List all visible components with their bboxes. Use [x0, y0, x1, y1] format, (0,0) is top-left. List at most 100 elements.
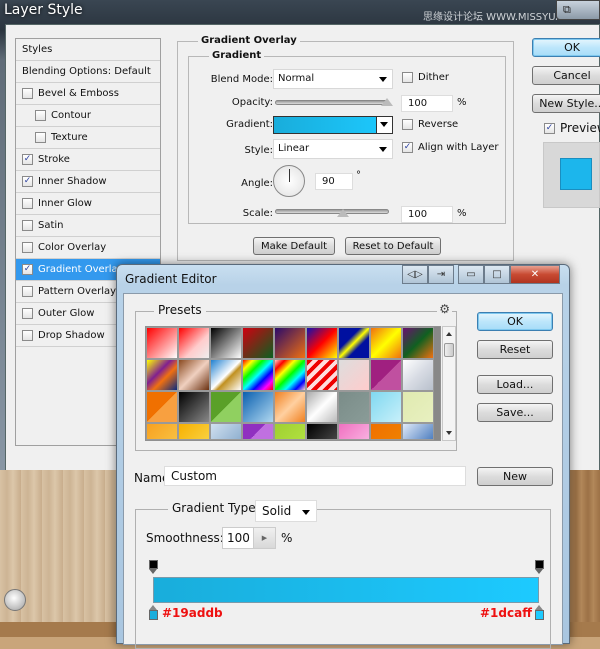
preset-swatch[interactable]: [178, 327, 210, 359]
preset-swatch[interactable]: [210, 423, 242, 440]
gradient-dropdown-button[interactable]: [376, 117, 392, 133]
gradient-bar[interactable]: [153, 577, 539, 603]
opacity-input[interactable]: 100: [401, 95, 453, 112]
checkbox-icon[interactable]: [35, 132, 46, 143]
new-style-button[interactable]: New Style...: [532, 94, 600, 113]
preset-swatch[interactable]: [242, 327, 274, 359]
dither-checkbox[interactable]: Dither: [402, 72, 449, 83]
checkbox-icon[interactable]: [35, 110, 46, 121]
window-restore-button[interactable]: ⧉: [556, 0, 600, 20]
opacity-slider-thumb[interactable]: [381, 98, 393, 106]
preset-swatch[interactable]: [178, 359, 210, 391]
preset-swatch[interactable]: [242, 359, 274, 391]
reverse-checkbox[interactable]: Reverse: [402, 119, 458, 130]
smoothness-input[interactable]: 100 ▶: [222, 527, 276, 549]
preset-swatch[interactable]: [402, 327, 434, 359]
presets-scrollbar[interactable]: [442, 326, 456, 441]
preview-checkbox[interactable]: ✓ Preview: [544, 121, 600, 135]
style-item[interactable]: Bevel & Emboss: [16, 83, 160, 105]
checkbox-icon[interactable]: [22, 220, 33, 231]
checkbox-icon[interactable]: ✓: [22, 154, 33, 165]
style-item[interactable]: Color Overlay: [16, 237, 160, 259]
ge-ok-button[interactable]: OK: [477, 312, 553, 331]
preset-swatch[interactable]: [402, 391, 434, 423]
opacity-slider[interactable]: [275, 100, 389, 105]
angle-input[interactable]: 90: [315, 173, 353, 190]
preset-swatch[interactable]: [306, 423, 338, 440]
styles-header[interactable]: Styles: [16, 39, 160, 61]
scroll-thumb[interactable]: [444, 343, 454, 357]
stepper-arrow-icon[interactable]: ▶: [253, 528, 275, 548]
preset-swatch[interactable]: [306, 359, 338, 391]
ge-load-button[interactable]: Load...: [477, 375, 553, 394]
maximize-button[interactable]: □: [484, 265, 510, 284]
style-item[interactable]: Satin: [16, 215, 160, 237]
preset-swatch[interactable]: [338, 391, 370, 423]
scale-slider[interactable]: [275, 209, 389, 214]
checkbox-icon[interactable]: [22, 330, 33, 341]
exit-button[interactable]: ⇥: [428, 265, 454, 284]
preset-swatch[interactable]: [402, 423, 434, 440]
opacity-stop-left[interactable]: [149, 560, 158, 575]
preset-swatch[interactable]: [210, 391, 242, 423]
checkbox-icon[interactable]: [22, 242, 33, 253]
new-button[interactable]: New: [477, 467, 553, 486]
preset-swatch[interactable]: [402, 359, 434, 391]
preset-swatch[interactable]: [146, 327, 178, 359]
name-input[interactable]: Custom: [164, 466, 466, 486]
checkbox-icon[interactable]: ✓: [22, 176, 33, 187]
preset-swatch[interactable]: [338, 359, 370, 391]
preset-swatch[interactable]: [306, 391, 338, 423]
preset-swatch[interactable]: [306, 327, 338, 359]
color-stop-left[interactable]: [149, 605, 158, 621]
preset-swatch[interactable]: [274, 391, 306, 423]
preset-swatch[interactable]: [146, 359, 178, 391]
preset-swatch[interactable]: [146, 423, 178, 440]
preset-swatch[interactable]: [178, 391, 210, 423]
preset-swatch[interactable]: [370, 359, 402, 391]
gradient-type-select[interactable]: Solid: [255, 500, 317, 522]
align-with-layer-checkbox[interactable]: ✓ Align with Layer: [402, 142, 499, 153]
preset-swatch[interactable]: [370, 423, 402, 440]
ok-button[interactable]: OK: [532, 38, 600, 57]
style-item[interactable]: ✓ Inner Shadow: [16, 171, 160, 193]
preset-swatch[interactable]: [338, 423, 370, 440]
reset-to-default-button[interactable]: Reset to Default: [345, 237, 441, 255]
preset-swatch[interactable]: [274, 359, 306, 391]
style-item[interactable]: Inner Glow: [16, 193, 160, 215]
gear-icon[interactable]: ⚙: [437, 302, 452, 316]
scale-input[interactable]: 100: [401, 206, 453, 223]
cancel-button[interactable]: Cancel: [532, 66, 600, 85]
style-select[interactable]: Linear: [273, 139, 393, 159]
scroll-up-icon[interactable]: [446, 332, 452, 336]
scroll-down-icon[interactable]: [446, 431, 452, 435]
preset-swatch[interactable]: [370, 327, 402, 359]
preset-swatch[interactable]: [210, 359, 242, 391]
arrange-button[interactable]: ◁▷: [402, 265, 428, 284]
preset-swatch[interactable]: [210, 327, 242, 359]
ge-save-button[interactable]: Save...: [477, 403, 553, 422]
minimize-button[interactable]: ▭: [458, 265, 484, 284]
style-item[interactable]: ✓ Stroke: [16, 149, 160, 171]
preset-swatch[interactable]: [242, 423, 274, 440]
blend-mode-select[interactable]: Normal: [273, 69, 393, 89]
preset-swatch[interactable]: [370, 391, 402, 423]
preset-swatch[interactable]: [146, 391, 178, 423]
style-item[interactable]: Texture: [16, 127, 160, 149]
preset-swatch[interactable]: [274, 327, 306, 359]
style-item[interactable]: Contour: [16, 105, 160, 127]
checkbox-icon[interactable]: [22, 308, 33, 319]
make-default-button[interactable]: Make Default: [253, 237, 335, 255]
angle-dial[interactable]: [273, 165, 305, 197]
preset-swatch[interactable]: [274, 423, 306, 440]
scale-slider-thumb[interactable]: [337, 209, 349, 217]
preset-swatch[interactable]: [178, 423, 210, 440]
color-stop-right[interactable]: [535, 605, 544, 621]
blending-options[interactable]: Blending Options: Default: [16, 61, 160, 83]
checkbox-icon[interactable]: ✓: [22, 264, 33, 275]
checkbox-icon[interactable]: [22, 198, 33, 209]
preset-swatch[interactable]: [338, 327, 370, 359]
ge-reset-button[interactable]: Reset: [477, 340, 553, 359]
opacity-stop-right[interactable]: [535, 560, 544, 575]
close-button[interactable]: ✕: [510, 265, 560, 284]
